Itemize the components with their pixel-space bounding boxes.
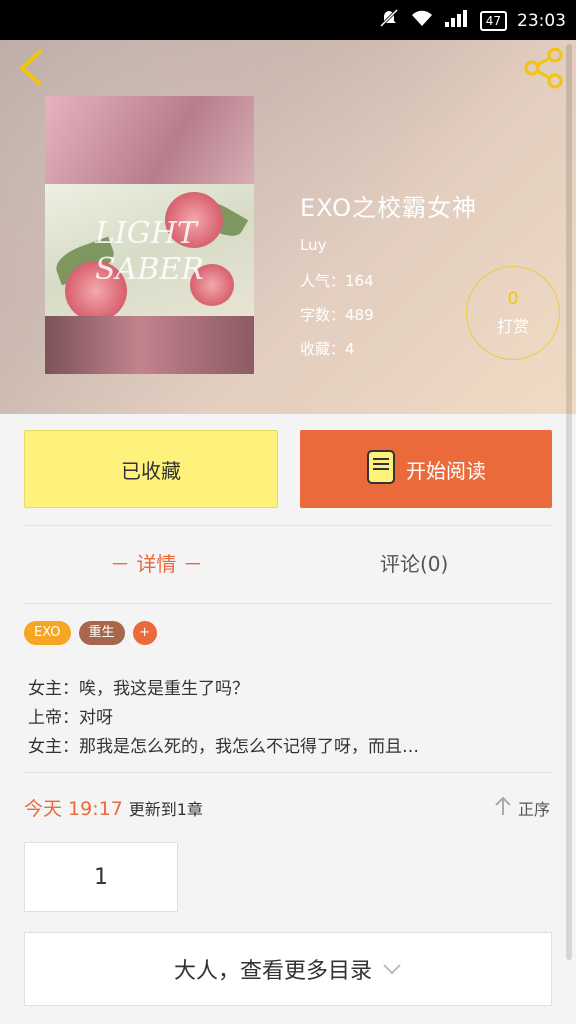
reward-button[interactable]: 0 打赏 [466, 266, 560, 360]
update-text: 更新到1章 [128, 800, 203, 819]
sort-order-button[interactable]: 正序 [494, 796, 550, 820]
book-word-count: 字数：489 [300, 306, 374, 324]
reward-count: 0 [507, 289, 519, 309]
scrollbar[interactable] [566, 44, 572, 960]
mute-icon [378, 8, 400, 33]
signal-icon [444, 9, 470, 32]
book-author[interactable]: Luy [300, 236, 326, 254]
clock: 23:03 [517, 10, 566, 31]
reward-label: 打赏 [496, 317, 529, 336]
tag-exo[interactable]: EXO [24, 621, 71, 645]
more-catalog-button[interactable]: 大人，查看更多目录 [24, 932, 552, 1006]
description-line: 上帝：对呀 [28, 708, 113, 728]
chevron-down-icon [382, 959, 402, 980]
book-favorites: 收藏：4 [300, 340, 355, 358]
sort-order-label: 正序 [517, 800, 550, 819]
book-description[interactable]: 女主：唉，我这是重生了吗？ 上帝：对呀 女主：那我是怎么死的，我怎么不记得了呀，… [28, 675, 548, 762]
share-icon[interactable] [522, 46, 566, 90]
chapter-item[interactable]: 1 [24, 842, 178, 912]
tab-comments[interactable]: 评论(0) [380, 548, 448, 577]
divider [24, 525, 552, 526]
tag-list: EXO 重生 + [24, 621, 157, 645]
tab-detail[interactable]: － 详情 － [110, 548, 203, 577]
more-catalog-label: 大人，查看更多目录 [173, 959, 372, 984]
status-bar: 47 23:03 [0, 0, 576, 40]
start-reading-label: 开始阅读 [406, 458, 486, 483]
book-title: EXO之校霸女神 [300, 194, 477, 222]
divider [24, 603, 552, 604]
description-line: 女主：唉，我这是重生了吗？ [28, 679, 249, 699]
favorited-button[interactable]: 已收藏 [24, 430, 278, 508]
description-line: 女主：那我是怎么死的，我怎么不记得了呀，而且… [28, 737, 419, 757]
book-icon [366, 449, 396, 490]
cover-script-text: LIGHT SABER [95, 216, 204, 287]
arrow-up-icon [494, 796, 512, 820]
divider [24, 772, 552, 773]
book-cover[interactable]: LIGHT SABER [45, 96, 254, 374]
start-reading-button[interactable]: 开始阅读 [300, 430, 552, 508]
book-popularity: 人气：164 [300, 272, 374, 290]
add-tag-button[interactable]: + [132, 621, 157, 645]
update-info: 今天 19:17 更新到1章 [24, 794, 203, 821]
tag-rebirth[interactable]: 重生 [78, 621, 125, 645]
back-icon[interactable] [14, 48, 48, 88]
chapter-number: 1 [94, 864, 108, 890]
wifi-icon [410, 9, 434, 32]
update-date: 今天 19:17 [24, 798, 123, 820]
battery-indicator: 47 [479, 10, 507, 31]
favorited-label: 已收藏 [121, 458, 181, 483]
